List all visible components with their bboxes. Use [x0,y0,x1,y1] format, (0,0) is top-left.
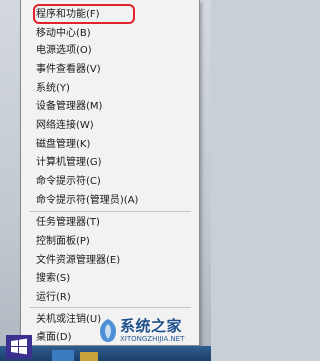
menu-item-command-prompt-admin[interactable]: 命令提示符(管理员)(A) [36,192,138,209]
menu-item-run[interactable]: 运行(R) [36,289,71,306]
menu-item-command-prompt[interactable]: 命令提示符(C) [36,173,101,190]
watermark-url: XITONGZHIJIA.NET [120,335,185,343]
watermark-title: 系统之家 [120,317,183,335]
watermark: 系统之家 XITONGZHIJIA.NET [86,313,211,361]
menu-item-control-panel[interactable]: 控制面板(P) [36,233,90,250]
menu-item-search[interactable]: 搜索(S) [36,270,70,287]
menu-item-desktop[interactable]: 桌面(D) [36,329,72,346]
taskbar-app-ie[interactable] [52,350,74,361]
menu-item-device-manager[interactable]: 设备管理器(M) [36,98,102,115]
windows-logo-icon [6,335,32,359]
menu-item-computer-management[interactable]: 计算机管理(G) [36,154,102,171]
start-button[interactable] [6,335,32,359]
menu-item-power-options[interactable]: 电源选项(O) [36,42,92,59]
highlight-box [33,4,135,24]
menu-separator [29,307,191,308]
menu-item-file-explorer[interactable]: 文件资源管理器(E) [36,252,120,269]
menu-item-task-manager[interactable]: 任务管理器(T) [36,214,100,231]
menu-item-disk-management[interactable]: 磁盘管理(K) [36,136,90,153]
menu-item-system[interactable]: 系统(Y) [36,80,70,97]
menu-separator [29,211,191,212]
start-context-menu: 程序和功能(F) 移动中心(B) 电源选项(O) 事件查看器(V) 系统(Y) … [20,0,200,346]
desktop: 程序和功能(F) 移动中心(B) 电源选项(O) 事件查看器(V) 系统(Y) … [0,0,211,361]
menu-item-event-viewer[interactable]: 事件查看器(V) [36,61,101,78]
watermark-logo-icon [100,319,116,342]
menu-item-network-connections[interactable]: 网络连接(W) [36,117,94,134]
menu-item-mobility-center[interactable]: 移动中心(B) [36,25,91,42]
